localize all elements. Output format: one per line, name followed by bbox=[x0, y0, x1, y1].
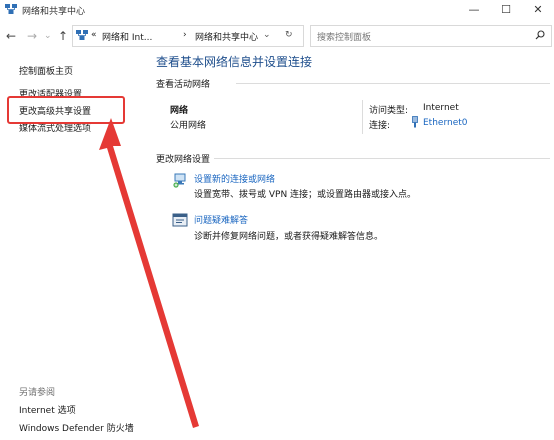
access-type-label: 访问类型: bbox=[369, 106, 409, 116]
setup-new-connection-link[interactable]: 设置新的连接或网络 bbox=[194, 172, 275, 185]
access-type-value: Internet bbox=[423, 103, 459, 113]
troubleshoot-description: 诊断并修复网络问题，或者获得疑难解答信息。 bbox=[194, 232, 384, 242]
active-networks-heading: 查看活动网络 bbox=[156, 80, 211, 90]
setup-new-connection-description: 设置宽带、拨号或 VPN 连接；或设置路由器或接入点。 bbox=[194, 190, 417, 200]
divider bbox=[214, 158, 550, 159]
divider bbox=[362, 100, 363, 134]
ethernet-connection-link[interactable]: Ethernet0 bbox=[423, 118, 468, 128]
network-type: 公用网络 bbox=[170, 121, 207, 131]
network-name: 网络 bbox=[170, 106, 189, 116]
page-title: 查看基本网络信息并设置连接 bbox=[156, 55, 313, 69]
change-settings-heading: 更改网络设置 bbox=[156, 155, 211, 165]
troubleshoot-icon bbox=[172, 213, 188, 227]
connection-label: 连接: bbox=[369, 121, 391, 131]
new-connection-icon bbox=[173, 173, 186, 188]
troubleshoot-link[interactable]: 问题疑难解答 bbox=[194, 213, 248, 226]
ethernet-icon bbox=[412, 116, 418, 128]
divider bbox=[236, 83, 550, 84]
